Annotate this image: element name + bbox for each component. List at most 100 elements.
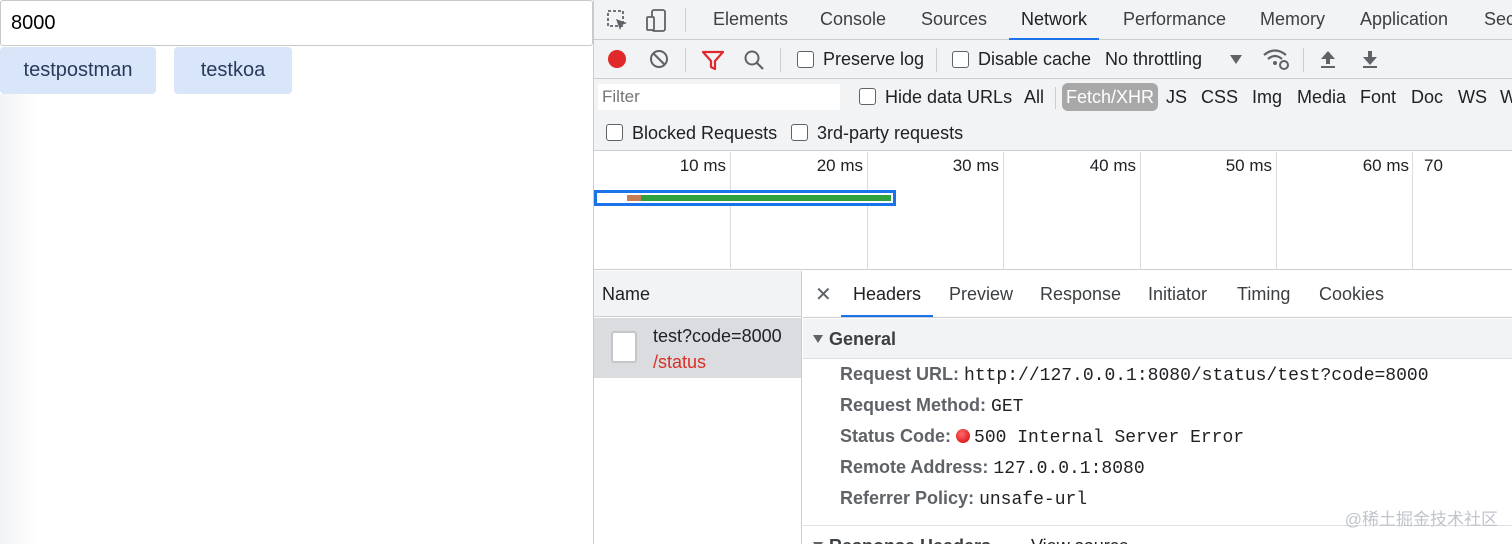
request-name: test?code=8000 xyxy=(653,326,782,346)
header-row: Status Code: 500 Internal Server Error xyxy=(840,421,1244,454)
blocked-requests-label: Blocked Requests xyxy=(632,123,778,143)
preserve-log-checkbox[interactable] xyxy=(797,51,814,68)
toolbar-divider xyxy=(1303,48,1304,72)
grid-line xyxy=(1140,152,1141,270)
request-timing-bar xyxy=(594,190,896,206)
tab-application[interactable]: Application xyxy=(1360,0,1448,40)
tick-label: 20 ms xyxy=(816,156,863,175)
record-icon[interactable] xyxy=(607,49,627,69)
tick-label: 40 ms xyxy=(1089,156,1136,175)
filter-bar-secondary: Blocked Requests 3rd-party requests xyxy=(594,115,1512,151)
network-conditions-icon[interactable] xyxy=(1262,47,1290,71)
request-path: /status xyxy=(653,352,707,372)
watermark: @稀土掘金技术社区 xyxy=(1344,510,1498,529)
tab-network[interactable]: Network xyxy=(1009,0,1100,40)
download-segment xyxy=(641,195,891,201)
header-row: Request Method: GET xyxy=(840,390,1023,423)
testpostman-button[interactable]: testpostman xyxy=(0,47,156,94)
inspect-element-icon[interactable] xyxy=(606,9,630,33)
tick-label: 10 ms xyxy=(679,156,726,175)
filter-type-fetch-xhr[interactable]: Fetch/XHR xyxy=(1062,83,1159,111)
filter-type-ws[interactable]: WS xyxy=(1458,79,1487,115)
general-section-header[interactable]: General xyxy=(803,319,1512,359)
tab-preview[interactable]: Preview xyxy=(949,271,1013,317)
import-har-icon[interactable] xyxy=(1318,49,1338,69)
header-row: Referrer Policy: unsafe-url xyxy=(840,483,1087,516)
preserve-log-label: Preserve log xyxy=(823,49,925,69)
tab-sources[interactable]: Sources xyxy=(921,0,987,40)
chevron-down-icon[interactable] xyxy=(1230,55,1242,65)
tab-security[interactable]: Sec xyxy=(1484,0,1512,40)
header-value: unsafe-url xyxy=(979,490,1088,510)
toolbar-divider xyxy=(685,48,686,72)
name-column-header[interactable]: Name xyxy=(594,271,801,317)
filter-type-img[interactable]: Img xyxy=(1252,79,1282,115)
file-icon xyxy=(611,331,637,363)
tab-initiator[interactable]: Initiator xyxy=(1148,271,1207,317)
close-icon[interactable]: ✕ xyxy=(815,282,832,307)
header-value: 500 Internal Server Error xyxy=(974,428,1245,448)
tick-label: 30 ms xyxy=(952,156,999,175)
header-key: Referrer Policy: xyxy=(840,488,975,508)
filter-type-js[interactable]: JS xyxy=(1166,79,1187,115)
tick-label: 60 ms xyxy=(1362,156,1409,175)
grid-line xyxy=(1276,152,1277,270)
tick-label: 70 xyxy=(1424,156,1443,175)
filter-divider xyxy=(1055,87,1056,109)
blocked-requests-checkbox[interactable] xyxy=(606,124,623,141)
header-key: Request Method: xyxy=(840,395,986,415)
grid-line xyxy=(867,152,868,270)
header-key: Status Code: xyxy=(840,426,952,446)
testkoa-button[interactable]: testkoa xyxy=(174,47,292,94)
code-input[interactable] xyxy=(0,0,593,46)
clear-icon[interactable] xyxy=(649,49,669,69)
triangle-down-icon xyxy=(813,335,823,344)
toolbar-divider xyxy=(936,48,937,72)
toolbar-divider xyxy=(780,48,781,72)
panel-tab-bar: Elements Console Sources Network Perform… xyxy=(594,0,1512,40)
header-value: 127.0.0.1:8080 xyxy=(993,459,1145,479)
section-title: General xyxy=(829,329,897,349)
tab-response[interactable]: Response xyxy=(1040,271,1121,317)
filter-input[interactable] xyxy=(598,84,840,110)
filter-type-media[interactable]: Media xyxy=(1297,79,1346,115)
header-row: Request URL: http://127.0.0.1:8080/statu… xyxy=(840,359,1429,392)
header-key: Request URL: xyxy=(840,364,960,384)
filter-type-all[interactable]: All xyxy=(1024,79,1044,115)
tab-cookies[interactable]: Cookies xyxy=(1319,271,1384,317)
tab-performance[interactable]: Performance xyxy=(1123,0,1226,40)
third-party-checkbox[interactable] xyxy=(791,124,808,141)
tab-console[interactable]: Console xyxy=(820,0,886,40)
request-row[interactable]: test?code=8000 /status xyxy=(594,318,801,378)
grid-line xyxy=(730,152,731,270)
section-title: Response Headers xyxy=(829,536,991,544)
filter-type-font[interactable]: Font xyxy=(1360,79,1396,115)
export-har-icon[interactable] xyxy=(1360,49,1380,69)
filter-type-wasm[interactable]: W xyxy=(1500,79,1512,115)
disable-cache-label: Disable cache xyxy=(978,49,1092,69)
grid-line xyxy=(1412,152,1413,270)
filter-icon[interactable] xyxy=(701,49,725,71)
search-icon[interactable] xyxy=(743,49,765,71)
filter-bar: Hide data URLs All Fetch/XHR JS CSS Img … xyxy=(594,79,1512,115)
devtools-panel: Elements Console Sources Network Perform… xyxy=(593,0,1512,544)
request-details: ✕ Headers Preview Response Initiator Tim… xyxy=(803,271,1512,544)
header-key: Remote Address: xyxy=(840,457,989,477)
hide-data-urls-checkbox[interactable] xyxy=(859,88,876,105)
filter-type-doc[interactable]: Doc xyxy=(1411,79,1443,115)
tab-timing[interactable]: Timing xyxy=(1237,271,1290,317)
device-toolbar-icon[interactable] xyxy=(644,8,670,34)
disable-cache-checkbox[interactable] xyxy=(952,51,969,68)
tab-memory[interactable]: Memory xyxy=(1260,0,1325,40)
filter-type-css[interactable]: CSS xyxy=(1201,79,1238,115)
tab-elements[interactable]: Elements xyxy=(713,0,788,40)
timeline-overview[interactable]: 10 ms 20 ms 30 ms 40 ms 50 ms 60 ms 70 xyxy=(594,152,1512,270)
tick-label: 50 ms xyxy=(1225,156,1272,175)
app-page: testpostman testkoa xyxy=(0,0,593,544)
page-shadow xyxy=(0,94,40,544)
header-row: Remote Address: 127.0.0.1:8080 xyxy=(840,452,1145,485)
detail-tab-bar: ✕ Headers Preview Response Initiator Tim… xyxy=(803,271,1512,318)
tab-headers[interactable]: Headers xyxy=(841,271,934,317)
view-source-link[interactable]: View source xyxy=(1031,526,1129,544)
throttling-select[interactable]: No throttling xyxy=(1105,40,1202,79)
